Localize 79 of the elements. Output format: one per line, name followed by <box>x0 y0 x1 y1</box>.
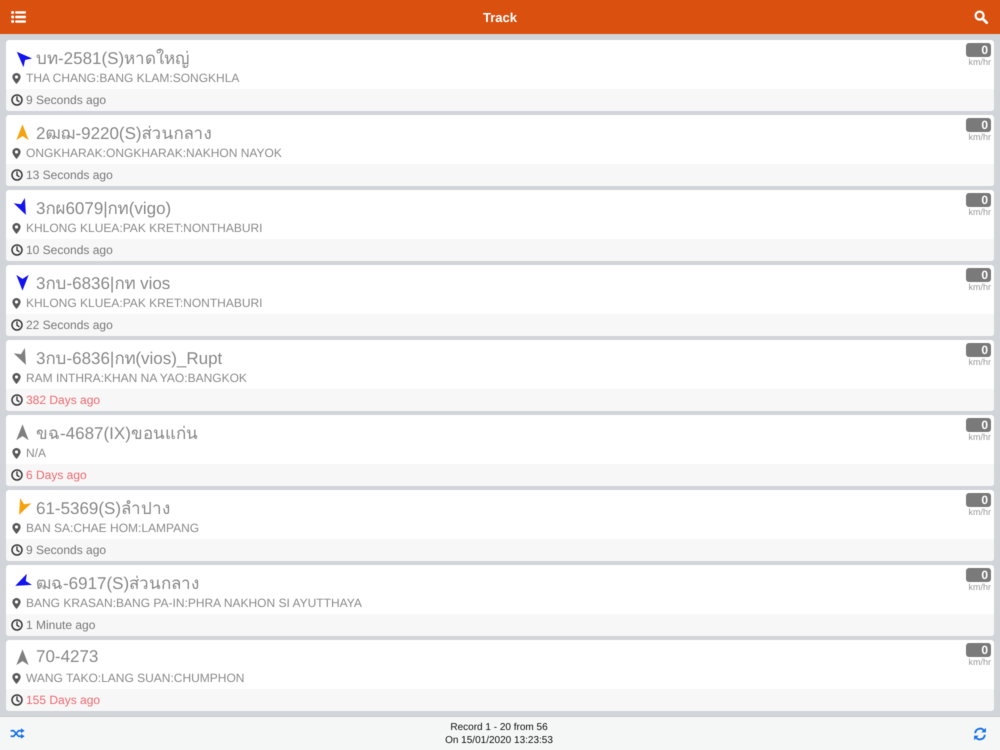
last-update-time: 382 Days ago <box>26 393 100 407</box>
vehicle-name: 2ฒฌ-9220(S)ส่วนกลาง <box>36 122 212 144</box>
vehicle-name: 3กบ-6836|กท(vios)_Rupt <box>36 348 222 370</box>
last-update-time: 10 Seconds ago <box>26 243 113 257</box>
speed-badge: 0 <box>966 268 991 282</box>
clock-icon <box>11 244 23 256</box>
location-pin-icon <box>12 148 21 158</box>
last-update-time: 13 Seconds ago <box>26 168 113 182</box>
clock-icon <box>11 94 23 106</box>
clock-icon <box>11 694 23 706</box>
vehicle-name: 3กผ6079|กท(vigo) <box>36 198 172 220</box>
vehicle-card[interactable]: ฒฉ-6917(S)ส่วนกลาง BANG KRASAN:BANG PA-IN:PHRA NAKHON SI AYUTTHAYA 0 km/hr 1 Minute ago <box>6 565 994 636</box>
speed-unit: km/hr <box>968 432 991 442</box>
location-pin-icon <box>12 448 21 458</box>
speed-unit: km/hr <box>968 507 991 517</box>
speed-badge: 0 <box>966 643 991 657</box>
last-update-time: 155 Days ago <box>26 693 100 707</box>
vehicle-card[interactable]: บท-2581(S)หาดใหญ่ THA CHANG:BANG KLAM:SONGKHLA 0 km/hr 9 Seconds ago <box>6 40 994 111</box>
location-text: ONGKHARAK:ONGKHARAK:NAKHON NAYOK <box>26 146 282 160</box>
vehicle-card[interactable]: 3กบ-6836|กท(vios)_Rupt RAM INTHRA:KHAN NA YAO:BANGKOK 0 km/hr 382 Days ago <box>6 340 994 411</box>
screen-title: Track <box>483 10 517 24</box>
speed-unit: km/hr <box>968 282 991 292</box>
speed-badge: 0 <box>966 493 991 507</box>
vehicle-card[interactable]: 61-5369(S)ลำปาง BAN SA:CHAE HOM:LAMPANG 0 km/hr 9 Seconds ago <box>6 490 994 561</box>
last-update-time: 1 Minute ago <box>26 618 96 632</box>
clock-icon <box>11 319 23 331</box>
clock-icon <box>11 394 23 406</box>
location-pin-icon <box>12 72 21 84</box>
vehicle-card[interactable]: ขฉ-4687(IX)ขอนแก่น N/A 0 km/hr 6 Days ago <box>6 415 994 486</box>
speed-unit: km/hr <box>968 132 991 142</box>
location-pin-icon <box>12 672 21 684</box>
speed-unit: km/hr <box>968 57 991 67</box>
speed-badge: 0 <box>966 118 991 132</box>
vehicle-name: ฒฉ-6917(S)ส่วนกลาง <box>36 572 200 594</box>
vehicle-name: ขฉ-4687(IX)ขอนแก่น <box>36 422 198 444</box>
clock-icon <box>11 169 23 181</box>
location-pin-icon <box>12 222 21 234</box>
location-pin-icon <box>12 522 21 534</box>
speed-badge: 0 <box>966 193 991 207</box>
menu-icon[interactable] <box>11 11 26 23</box>
last-update-time: 6 Days ago <box>26 468 87 482</box>
location-text: RAM INTHRA:KHAN NA YAO:BANGKOK <box>26 371 247 385</box>
location-text: WANG TAKO:LANG SUAN:CHUMPHON <box>26 671 244 685</box>
last-update-time: 9 Seconds ago <box>26 93 106 107</box>
speed-unit: km/hr <box>968 657 991 667</box>
last-update-time: 22 Seconds ago <box>26 318 113 332</box>
vehicle-card[interactable]: 70-4273 WANG TAKO:LANG SUAN:CHUMPHON 0 km/hr 155 Days ago <box>6 640 994 711</box>
speed-badge: 0 <box>966 418 991 432</box>
location-pin-icon <box>12 598 21 608</box>
clock-icon <box>11 544 23 556</box>
last-update-time: 9 Seconds ago <box>26 543 106 557</box>
record-count: Record 1 - 20 from 56 <box>450 722 548 732</box>
location-text: BAN SA:CHAE HOM:LAMPANG <box>26 521 200 535</box>
last-refresh-time: On 15/01/2020 13:23:53 <box>445 734 553 746</box>
location-text: BANG KRASAN:BANG PA-IN:PHRA NAKHON SI AYUTTHAYA <box>26 596 362 610</box>
speed-badge: 0 <box>966 43 991 57</box>
vehicle-name: 61-5369(S)ลำปาง <box>36 498 170 520</box>
speed-badge: 0 <box>966 568 991 582</box>
vehicle-card[interactable]: 3กบ-6836|กท vios KHLONG KLUEA:PAK KRET:NONTHABURI 0 km/hr 22 Seconds ago <box>6 265 994 336</box>
search-icon[interactable] <box>974 10 988 24</box>
vehicle-name: บท-2581(S)หาดใหญ่ <box>36 48 190 70</box>
location-text: KHLONG KLUEA:PAK KRET:NONTHABURI <box>26 221 262 235</box>
speed-badge: 0 <box>966 343 991 357</box>
clock-icon <box>11 619 23 631</box>
vehicle-name: 70-4273 <box>36 647 98 667</box>
speed-unit: km/hr <box>968 357 991 367</box>
speed-unit: km/hr <box>968 207 991 217</box>
vehicle-card[interactable]: 3กผ6079|กท(vigo) KHLONG KLUEA:PAK KRET:NONTHABURI 0 km/hr 10 Seconds ago <box>6 190 994 261</box>
location-pin-icon <box>12 298 21 308</box>
vehicle-name: 3กบ-6836|กท vios <box>36 272 170 295</box>
shuffle-icon[interactable] <box>10 728 25 739</box>
location-pin-icon <box>12 372 21 384</box>
clock-icon <box>11 469 23 481</box>
location-text: KHLONG KLUEA:PAK KRET:NONTHABURI <box>26 296 262 310</box>
speed-unit: km/hr <box>968 582 991 592</box>
refresh-icon[interactable] <box>973 726 987 740</box>
location-text: THA CHANG:BANG KLAM:SONGKHLA <box>26 71 240 85</box>
location-text: N/A <box>26 446 46 460</box>
vehicle-card[interactable]: 2ฒฌ-9220(S)ส่วนกลาง ONGKHARAK:ONGKHARAK:NAKHON NAYOK 0 km/hr 13 Seconds ago <box>6 115 994 186</box>
